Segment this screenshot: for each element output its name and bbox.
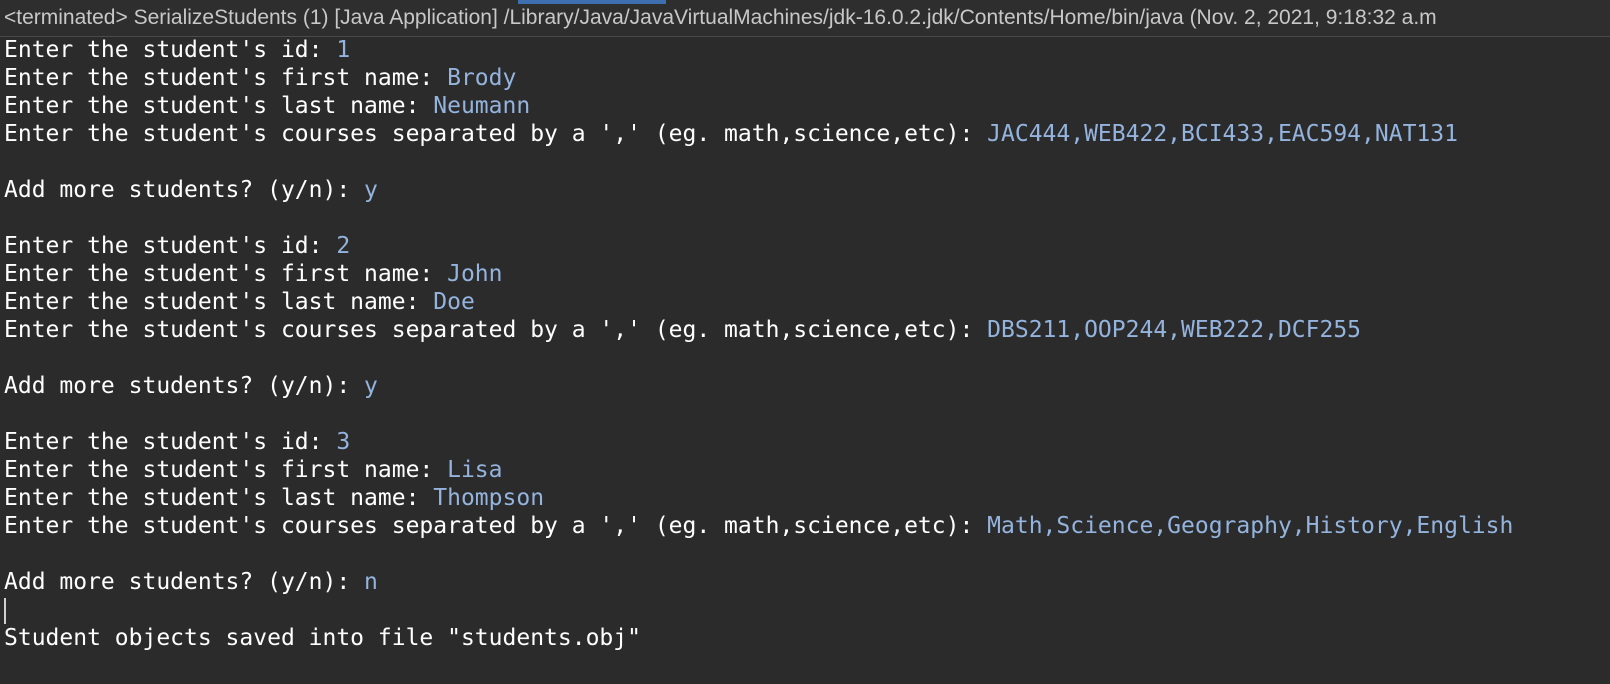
text-cursor	[4, 597, 6, 624]
last-name-input: Neumann	[433, 93, 531, 119]
first-name-prompt: Enter the student's first name:	[4, 261, 448, 287]
output-line: Student objects saved into file "student…	[4, 624, 1610, 652]
output-line: Enter the student's courses separated by…	[4, 512, 1610, 540]
courses-input: JAC444,WEB422,BCI433,EAC594,NAT131	[987, 121, 1458, 147]
first-name-prompt: Enter the student's first name:	[4, 65, 448, 91]
more-students-prompt: Add more students? (y/n):	[4, 177, 365, 203]
first-name-input: Brody	[447, 65, 517, 91]
output-line: Add more students? (y/n): y	[4, 176, 1610, 204]
more-students-prompt: Add more students? (y/n):	[4, 373, 365, 399]
id-prompt: Enter the student's id:	[4, 37, 337, 63]
id-input: 2	[336, 233, 351, 259]
more-students-prompt: Add more students? (y/n):	[4, 569, 365, 595]
output-line: Add more students? (y/n): n	[4, 568, 1610, 596]
courses-prompt: Enter the student's courses separated by…	[4, 513, 988, 539]
last-name-prompt: Enter the student's last name:	[4, 289, 434, 315]
active-tab-indicator	[518, 0, 666, 4]
more-students-input: y	[364, 177, 378, 203]
courses-prompt: Enter the student's courses separated by…	[4, 317, 988, 343]
output-line: Enter the student's first name: Brody	[4, 64, 1610, 92]
id-input: 3	[336, 429, 351, 455]
more-students-input: n	[364, 569, 378, 595]
output-line: Enter the student's courses separated by…	[4, 316, 1610, 344]
id-prompt: Enter the student's id:	[4, 233, 337, 259]
more-students-input: y	[364, 373, 378, 399]
courses-prompt: Enter the student's courses separated by…	[4, 121, 988, 147]
console-header: <terminated> SerializeStudents (1) [Java…	[0, 0, 1610, 37]
courses-input: DBS211,OOP244,WEB222,DCF255	[987, 317, 1362, 343]
courses-input: Math,Science,Geography,History,English	[987, 513, 1514, 539]
output-line: Enter the student's last name: Neumann	[4, 92, 1610, 120]
console-title: <terminated> SerializeStudents (1) [Java…	[4, 6, 1437, 29]
output-line: Enter the student's first name: Lisa	[4, 456, 1610, 484]
output-line: Enter the student's last name: Doe	[4, 288, 1610, 316]
first-name-input: Lisa	[447, 457, 503, 483]
output-line: Enter the student's first name: John	[4, 260, 1610, 288]
first-name-prompt: Enter the student's first name:	[4, 457, 448, 483]
first-name-input: John	[447, 261, 503, 287]
output-line: Enter the student's courses separated by…	[4, 120, 1610, 148]
last-name-input: Thompson	[433, 485, 545, 511]
id-prompt: Enter the student's id:	[4, 429, 337, 455]
console-view[interactable]: <terminated> SerializeStudents (1) [Java…	[0, 0, 1610, 684]
console-output[interactable]: Enter the student's id: 1 Enter the stud…	[4, 36, 1610, 652]
id-input: 1	[336, 37, 351, 63]
output-line: Add more students? (y/n): y	[4, 372, 1610, 400]
output-line: Enter the student's id: 2	[4, 232, 1610, 260]
output-line: Enter the student's id: 3	[4, 428, 1610, 456]
last-name-prompt: Enter the student's last name:	[4, 93, 434, 119]
final-message: Student objects saved into file "student…	[4, 625, 641, 651]
last-name-prompt: Enter the student's last name:	[4, 485, 434, 511]
output-line: Enter the student's last name: Thompson	[4, 484, 1610, 512]
last-name-input: Doe	[433, 289, 475, 315]
cursor-line[interactable]	[4, 596, 1610, 624]
output-line: Enter the student's id: 1	[4, 36, 1610, 64]
